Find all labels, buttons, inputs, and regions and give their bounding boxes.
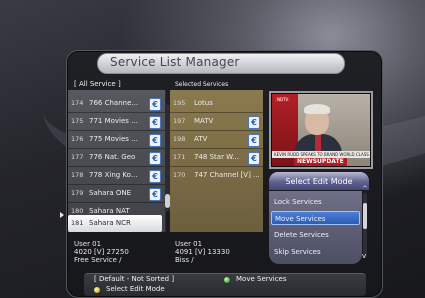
list-item[interactable]: 177 776 Nat. Geo € [68, 149, 165, 166]
list-item[interactable]: 197 MATV € [170, 113, 263, 130]
list-item[interactable]: 175 771 Movies ... € [68, 113, 165, 130]
scrambled-icon: € [149, 98, 161, 111]
channel-name: Lotus [194, 99, 213, 107]
video-preview: NDTV KEVIN RUDD SPEAKS TO BRAND WORLD CL… [269, 91, 373, 169]
channel-number: 174 [71, 99, 84, 107]
scrambled-icon: € [149, 170, 161, 183]
edit-mode-title: Select Edit Mode [269, 172, 369, 190]
channel-number: 181 [71, 219, 84, 227]
move-services-hint[interactable]: Move Services [236, 275, 287, 283]
cursor-arrow-icon [60, 212, 64, 218]
info-service-type: Free Service / [74, 256, 122, 264]
selected-services-header: Selected Services [175, 81, 229, 88]
list-item[interactable]: 179 Sahara ONE € [68, 185, 165, 202]
list-item-selected[interactable]: 181 Sahara NCR [68, 215, 162, 232]
selected-service-list[interactable]: 195 Lotus 197 MATV € 198 ATV € 171 748 S… [170, 90, 263, 232]
select-edit-mode-hint[interactable]: Select Edit Mode [106, 285, 165, 293]
menu-item-move-services[interactable]: Move Services [271, 211, 360, 225]
channel-number: 175 [71, 117, 84, 125]
all-service-list[interactable]: 174 766 Channe... € 175 771 Movies ... €… [68, 90, 166, 232]
menu-item-delete-services[interactable]: Delete Services [274, 228, 360, 242]
scrambled-icon: € [149, 134, 161, 147]
scrambled-icon: € [248, 152, 260, 165]
video-frame: NDTV KEVIN RUDD SPEAKS TO BRAND WORLD CL… [272, 94, 370, 166]
green-key-icon [224, 277, 230, 283]
channel-number: 176 [71, 135, 84, 143]
edit-mode-scroll-thumb[interactable] [363, 203, 367, 229]
channel-name: MATV [194, 117, 214, 125]
channel-number: 178 [71, 171, 84, 179]
channel-number: 171 [173, 153, 186, 161]
list-item[interactable]: 174 766 Channe... € [68, 95, 165, 112]
channel-name: 747 Channel [V] ... [194, 171, 260, 179]
scrambled-icon: € [149, 188, 161, 201]
channel-name: 778 Xing Ko... [89, 171, 138, 179]
right-service-info: User 01 4091 [V] 13330 Biss / [175, 240, 230, 264]
info-user: User 01 [175, 240, 203, 248]
channel-number: 198 [173, 135, 186, 143]
list-item[interactable]: 176 775 Movies ... € [68, 131, 165, 148]
left-service-info: User 01 4020 [V] 27250 Free Service / [74, 240, 129, 264]
list-item[interactable]: 170 747 Channel [V] ... [170, 167, 263, 184]
channel-logo: NDTV [275, 97, 291, 102]
channel-number: 170 [173, 171, 186, 179]
chevron-up-icon: ^ [362, 185, 368, 193]
channel-number: 177 [71, 153, 84, 161]
channel-name: ATV [194, 135, 208, 143]
page-title: Service List Manager [110, 55, 240, 69]
list-item[interactable]: 171 748 Star W... € [170, 149, 263, 166]
scrambled-icon: € [149, 152, 161, 165]
channel-name: 775 Movies ... [89, 135, 138, 143]
channel-name: 776 Nat. Geo [89, 153, 136, 161]
channel-number: 197 [173, 117, 186, 125]
scrambled-icon: € [149, 116, 161, 129]
info-user: User 01 [74, 240, 102, 248]
channel-name: Sahara NCR [89, 219, 131, 227]
yellow-key-icon [94, 287, 100, 293]
info-service-type: Biss / [175, 256, 194, 264]
sort-status[interactable]: [ Default - Not Sorted ] [94, 275, 174, 283]
channel-name: 771 Movies ... [89, 117, 138, 125]
channel-number: 179 [71, 189, 84, 197]
scrambled-icon: € [248, 116, 260, 129]
info-frequency: 4020 [V] 27250 [74, 248, 129, 256]
list-item[interactable]: 178 778 Xing Ko... € [68, 167, 165, 184]
scrambled-icon: € [248, 134, 260, 147]
channel-name: 766 Channe... [89, 99, 139, 107]
news-ticker: KEVIN RUDD SPEAKS TO BRAND WORLD CLASS [272, 151, 370, 158]
channel-number: 195 [173, 99, 186, 107]
edit-mode-scrollbar[interactable] [363, 193, 367, 258]
channel-name: 748 Star W... [194, 153, 239, 161]
menu-item-lock-services[interactable]: Lock Services [274, 195, 360, 209]
news-update-badge: NEWSUPDATE [294, 158, 347, 166]
menu-item-skip-services[interactable]: Skip Services [274, 245, 360, 259]
all-services-header: [ All Service ] [74, 80, 121, 88]
list-item[interactable]: 198 ATV € [170, 131, 263, 148]
list-item[interactable]: 195 Lotus [170, 95, 263, 112]
chevron-down-icon: v [362, 252, 367, 260]
channel-name: Sahara ONE [89, 189, 132, 197]
info-frequency: 4091 [V] 13330 [175, 248, 230, 256]
